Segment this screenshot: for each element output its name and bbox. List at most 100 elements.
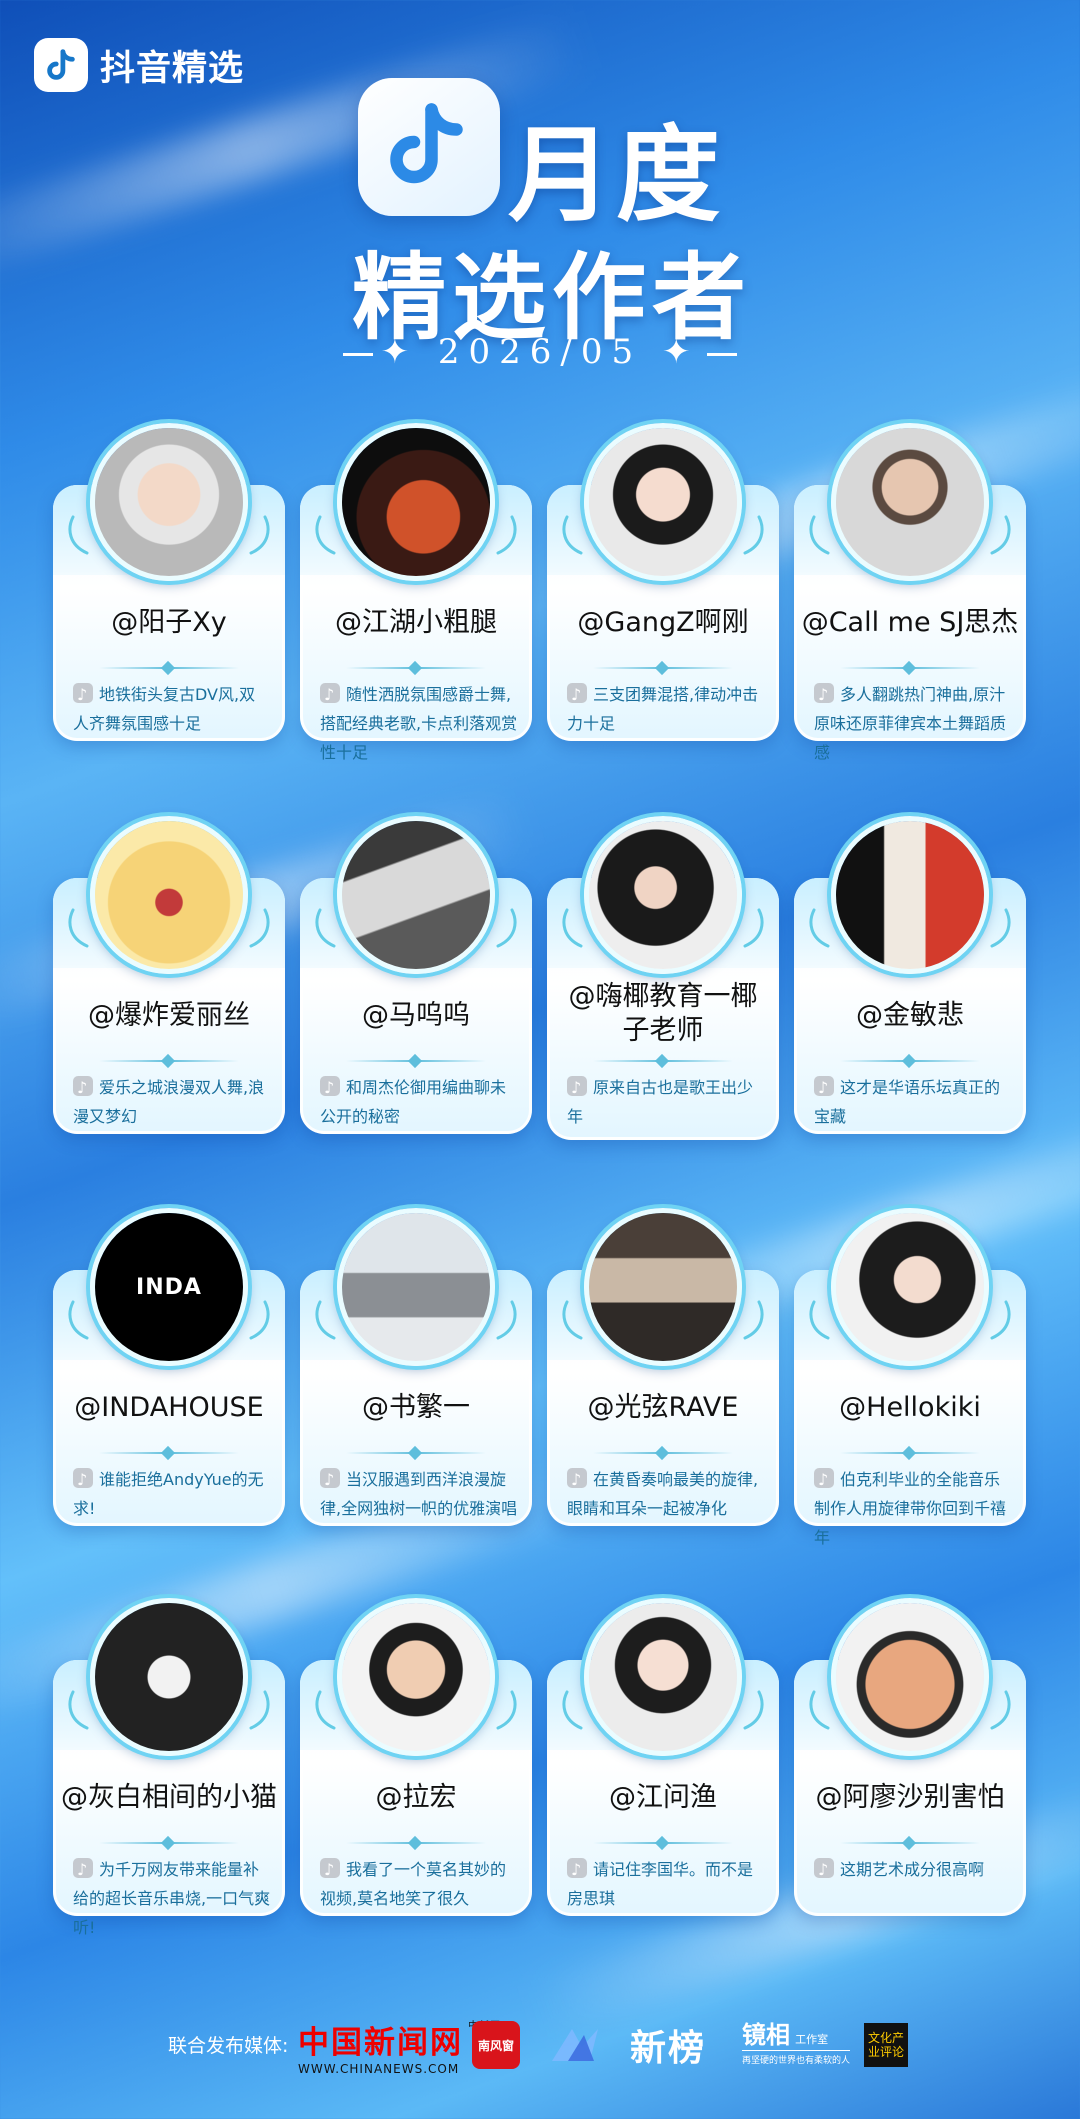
avatar[interactable]: [831, 423, 989, 581]
laurel-icon: [809, 908, 830, 948]
avatar-photo: [836, 1213, 984, 1361]
laurel-icon: [990, 1300, 1011, 1340]
card-divider: [593, 1060, 733, 1062]
xinbang-logo: 新榜: [550, 2019, 706, 2071]
douyin-small-icon: [567, 1073, 587, 1102]
author-name[interactable]: @阿廖沙别害怕: [780, 1781, 1040, 1815]
author-description: 和周杰伦御用编曲聊未公开的秘密: [320, 1073, 518, 1131]
author-name[interactable]: @江问渔: [533, 1781, 793, 1815]
card-divider: [99, 1060, 239, 1062]
card-divider: [346, 1060, 486, 1062]
description-text: 我看了一个莫名其妙的视频,莫名地笑了很久: [320, 1860, 507, 1908]
avatar[interactable]: [337, 1598, 495, 1756]
author-description: 请记住李国华。而不是房思琪: [567, 1855, 765, 1913]
description-text: 请记住李国华。而不是房思琪: [567, 1860, 754, 1908]
douyin-small-icon: [814, 1855, 834, 1884]
author-description: 谁能拒绝AndyYue的无求!: [73, 1465, 271, 1523]
card-divider: [593, 667, 733, 669]
laurel-icon: [743, 1690, 764, 1730]
laurel-icon: [562, 515, 583, 555]
laurel-icon: [562, 1690, 583, 1730]
description-text: 在黄昏奏响最美的旋律,眼睛和耳朵一起被净化: [567, 1470, 759, 1518]
description-text: 多人翻跳热门神曲,原汁原味还原菲律宾本土舞蹈质感: [814, 685, 1007, 762]
avatar-photo: [836, 1603, 984, 1751]
description-text: 为千万网友带来能量补给的超长音乐串烧,一口气爽听!: [73, 1860, 271, 1937]
avatar[interactable]: [831, 816, 989, 974]
author-description: 原来自古也是歌王出少年: [567, 1073, 765, 1131]
avatar[interactable]: [337, 816, 495, 974]
card-divider: [593, 1842, 733, 1844]
laurel-icon: [315, 515, 336, 555]
avatar[interactable]: [90, 423, 248, 581]
douyin-small-icon: [814, 680, 834, 709]
douyin-small-icon: [73, 1465, 93, 1494]
avatar-photo: [589, 821, 737, 969]
avatar[interactable]: [584, 816, 742, 974]
author-name[interactable]: @INDAHOUSE: [39, 1391, 299, 1425]
chinanews-logo: 中国新闻网 中新网 WWW.CHINANEWS.COM: [298, 2021, 500, 2076]
avatar[interactable]: [831, 1598, 989, 1756]
description-text: 三支团舞混搭,律动冲击力十足: [567, 685, 759, 733]
avatar[interactable]: [337, 423, 495, 581]
laurel-icon: [315, 1690, 336, 1730]
brand-name: 抖音精选: [100, 48, 245, 89]
laurel-icon: [68, 1300, 89, 1340]
description-text: 原来自古也是歌王出少年: [567, 1078, 754, 1126]
avatar-photo: [95, 821, 243, 969]
avatar[interactable]: [584, 1598, 742, 1756]
card-divider: [346, 1452, 486, 1454]
laurel-icon: [990, 1690, 1011, 1730]
author-name[interactable]: @Call me SJ思杰: [780, 606, 1040, 640]
author-description: 我看了一个莫名其妙的视频,莫名地笑了很久: [320, 1855, 518, 1913]
douyin-hero-logo-icon: [358, 78, 500, 216]
author-description: 随性洒脱氛围感爵士舞,搭配经典老歌,卡点利落观赏性十足: [320, 680, 518, 767]
laurel-icon: [990, 908, 1011, 948]
card-divider: [346, 1842, 486, 1844]
brand-header: 抖音精选: [34, 38, 244, 92]
avatar-photo: [95, 428, 243, 576]
card-divider: [99, 1842, 239, 1844]
avatar[interactable]: [337, 1208, 495, 1366]
card-divider: [840, 1842, 980, 1844]
douyin-small-icon: [567, 680, 587, 709]
author-name[interactable]: @金敏悲: [780, 999, 1040, 1033]
avatar-photo: [342, 1213, 490, 1361]
author-name[interactable]: @江湖小粗腿: [286, 606, 546, 640]
avatar[interactable]: [90, 816, 248, 974]
description-text: 地铁街头复古DV风,双人齐舞氛围感十足: [73, 685, 256, 733]
douyin-small-icon: [814, 1073, 834, 1102]
author-name[interactable]: @光弦RAVE: [533, 1391, 793, 1425]
author-name[interactable]: @阳子Xy: [39, 606, 299, 640]
author-name[interactable]: @书繁一: [286, 1391, 546, 1425]
avatar[interactable]: [90, 1598, 248, 1756]
avatar-photo: [589, 1213, 737, 1361]
avatar-photo: [589, 1603, 737, 1751]
laurel-icon: [743, 515, 764, 555]
avatar-photo: [342, 1603, 490, 1751]
laurel-icon: [249, 1690, 270, 1730]
laurel-icon: [809, 1300, 830, 1340]
author-name[interactable]: @马呜呜: [286, 999, 546, 1033]
author-name[interactable]: @GangZ啊刚: [533, 606, 793, 640]
card-divider: [593, 1452, 733, 1454]
avatar-photo: [836, 428, 984, 576]
author-description: 多人翻跳热门神曲,原汁原味还原菲律宾本土舞蹈质感: [814, 680, 1012, 767]
page-title-line1: 月度: [508, 114, 725, 236]
description-text: 伯克利毕业的全能音乐制作人用旋律带你回到千禧年: [814, 1470, 1007, 1547]
avatar[interactable]: [831, 1208, 989, 1366]
author-name[interactable]: @拉宏: [286, 1781, 546, 1815]
avatar[interactable]: [584, 423, 742, 581]
author-name[interactable]: @爆炸爱丽丝: [39, 999, 299, 1033]
avatar[interactable]: [584, 1208, 742, 1366]
laurel-icon: [809, 1690, 830, 1730]
sparkle-icon: ✦: [661, 332, 700, 372]
author-name[interactable]: @灰白相间的小猫: [39, 1781, 299, 1815]
author-name[interactable]: @Hellokiki: [780, 1391, 1040, 1425]
card-divider: [99, 667, 239, 669]
douyin-small-icon: [73, 1855, 93, 1884]
author-description: 在黄昏奏响最美的旋律,眼睛和耳朵一起被净化: [567, 1465, 765, 1523]
laurel-icon: [68, 1690, 89, 1730]
avatar[interactable]: INDA: [90, 1208, 248, 1366]
douyin-small-icon: [320, 1465, 340, 1494]
author-name[interactable]: @嗨椰教育一椰子老师: [568, 980, 758, 1048]
